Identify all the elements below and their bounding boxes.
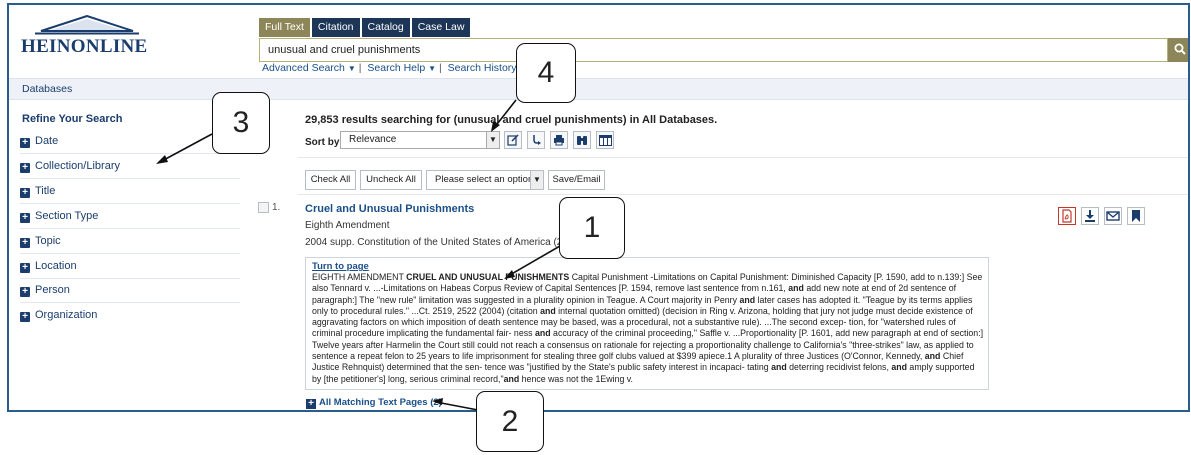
facet-label: Location [35,260,77,272]
results-count: 29,853 results searching for (unusual an… [305,114,717,126]
facet-label: Section Type [35,210,99,222]
tab-citation[interactable]: Citation [311,18,360,37]
edit-icon[interactable] [504,131,522,149]
download-icon[interactable] [1081,207,1099,225]
facet-title[interactable]: + Title [20,180,240,204]
tab-catalog[interactable]: Catalog [361,18,410,37]
snippet-segment: EIGHTH AMENDMENT [312,272,407,282]
results-count-prefix: 29,853 results searching for ( [305,114,458,126]
databases-breadcrumb: Databases [9,78,1188,100]
result-snippet: Turn to page EIGHTH AMENDMENT CRUEL AND … [305,257,989,390]
snippet-highlight: and [739,294,756,305]
facet-label: Title [35,185,56,197]
facet-location[interactable]: + Location [20,255,240,279]
facet-label: Organization [35,309,98,321]
facet-collection-library[interactable]: + Collection/Library [20,155,240,179]
callout-1: 1 [559,197,625,259]
facet-section-type[interactable]: + Section Type [20,205,240,229]
result-subtitle: Eighth Amendment [305,220,390,231]
all-matching-label: All Matching Text Pages (2) [319,397,442,408]
sort-select[interactable]: Relevance ▼ [340,131,500,149]
bookmark-icon[interactable] [1127,207,1145,225]
result-source: 2004 supp. Constitution of the United St… [305,237,583,248]
callout-4: 4 [516,43,576,103]
snippet-highlight: and [771,362,787,373]
columns-icon[interactable] [596,131,614,149]
expand-icon: + [20,238,30,248]
heinonline-logo[interactable]: HEINONLINE [21,15,161,57]
search-history-link[interactable]: Search History [448,62,517,74]
snippet-highlight: and [924,351,941,362]
result-checkbox[interactable] [258,202,269,213]
facet-person[interactable]: + Person [20,279,240,303]
divider [298,157,1188,158]
expand-icon: + [20,138,30,148]
chevron-down-icon[interactable]: ▼ [486,132,499,148]
save-email-button[interactable]: Save/Email [548,170,605,190]
expand-icon: + [20,163,30,173]
result-title-link[interactable]: Cruel and Unusual Punishments [305,203,474,215]
print-icon[interactable] [550,131,568,149]
expand-icon: + [20,263,30,273]
facet-date[interactable]: + Date [20,130,240,154]
facet-topic[interactable]: + Topic [20,230,240,254]
search-help-link[interactable]: Search Help [367,62,425,74]
facet-label: Person [35,284,70,296]
email-icon[interactable] [1104,207,1122,225]
search-button[interactable] [1168,38,1188,62]
expand-icon: + [20,213,30,223]
search-tabs: Full Text Citation Catalog Case Law [259,18,471,37]
check-all-button[interactable]: Check All [305,170,356,190]
snippet-segment: deterring recidivist felons, [786,362,892,373]
sort-value: Relevance [349,134,397,145]
uncheck-all-button[interactable]: Uncheck All [360,170,422,190]
tab-full-text[interactable]: Full Text [259,18,310,37]
turn-to-page-link[interactable]: Turn to page [312,261,984,272]
chevron-down-icon[interactable]: ▼ [348,64,356,73]
snippet-text: EIGHTH AMENDMENT CRUEL AND UNUSUAL PUNIS… [312,272,984,385]
facet-label: Topic [35,235,61,247]
snippet-highlight: and [788,283,804,294]
callout-3: 3 [212,92,270,154]
callout-2: 2 [476,391,544,452]
snippet-highlight: and [534,328,551,339]
expand-icon: + [20,188,30,198]
advanced-search-link[interactable]: Advanced Search [262,62,345,74]
pdf-icon[interactable] [1058,207,1076,225]
all-matching-pages-link[interactable]: + All Matching Text Pages (2) [306,397,442,409]
result-number: 1. [272,202,281,213]
facet-label: Date [35,135,59,147]
magnifier-icon [1174,43,1186,58]
binoculars-icon[interactable] [573,131,591,149]
snippet-segment: hence was not the 1Ewing v. [519,373,633,384]
databases-link[interactable]: Databases [22,83,72,95]
sort-label: Sort by: [305,137,343,148]
facet-label: Collection/Library [35,160,120,172]
expand-icon: + [20,312,30,322]
tab-case-law[interactable]: Case Law [411,18,471,37]
search-links: Advanced Search ▼ | Search Help ▼ | Search… [262,62,517,74]
snippet-highlight: CRUEL AND UNUSUAL PUNISHMENTS [406,272,570,282]
expand-icon: + [306,399,316,409]
results-count-suffix: ) in All Databases. [622,114,718,126]
search-input[interactable] [259,38,1168,62]
chevron-down-icon[interactable]: ▼ [530,171,543,189]
divider [298,194,1188,195]
snippet-highlight: and [540,305,556,316]
results-query: unusual and cruel punishments [457,114,623,126]
bulk-action-value: Please select an option [435,174,534,185]
expand-icon: + [20,287,30,297]
snippet-highlight: and [503,373,520,384]
sort-direction-icon[interactable] [527,131,545,149]
logo-text: HEINONLINE [21,36,148,57]
bulk-action-select[interactable]: Please select an option ▼ [426,170,544,190]
refine-title: Refine Your Search [22,113,123,125]
snippet-highlight: and [891,362,907,373]
chevron-down-icon[interactable]: ▼ [428,64,436,73]
facet-organization[interactable]: + Organization [20,304,240,328]
